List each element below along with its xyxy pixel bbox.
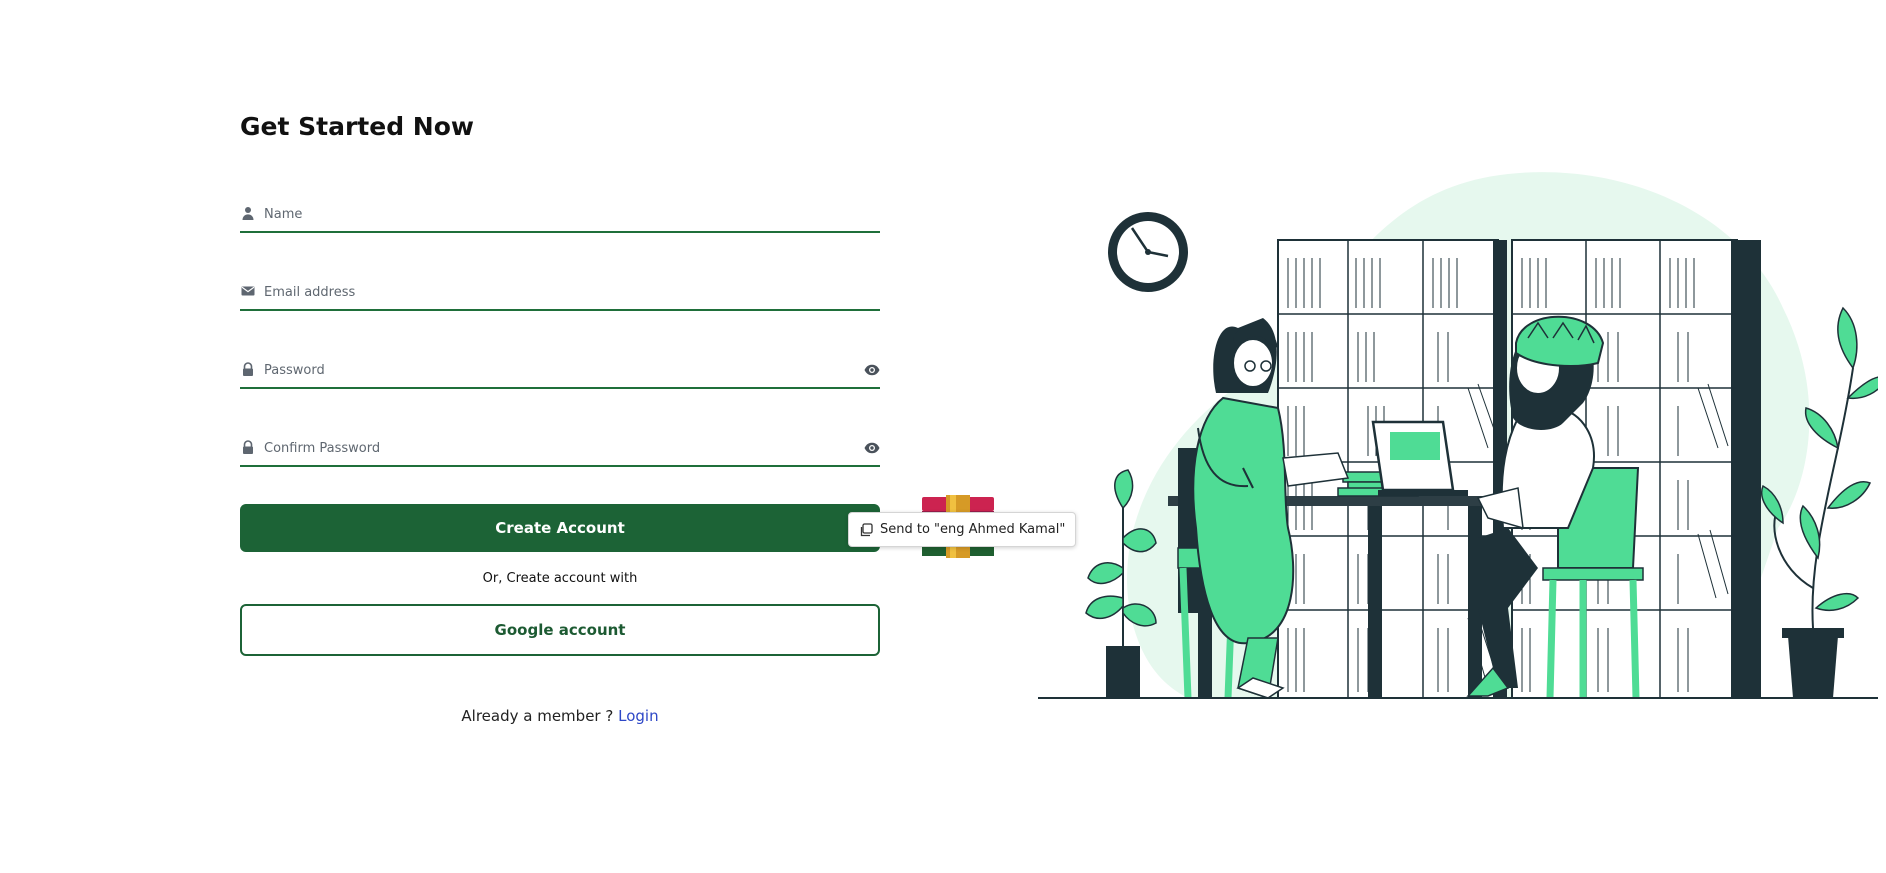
login-link[interactable]: Login bbox=[618, 707, 658, 725]
signup-page: Get Started Now Name Email address Creat… bbox=[0, 0, 1886, 873]
confirm-password-input[interactable] bbox=[264, 437, 834, 459]
wall-clock-icon bbox=[1108, 212, 1188, 292]
page-title: Get Started Now bbox=[240, 112, 474, 141]
email-field[interactable] bbox=[240, 271, 880, 311]
library-illustration bbox=[1038, 172, 1878, 699]
name-field[interactable] bbox=[240, 193, 880, 233]
password-field[interactable] bbox=[240, 349, 880, 389]
eye-icon[interactable] bbox=[864, 363, 880, 377]
lock-icon bbox=[241, 440, 255, 454]
lock-icon bbox=[241, 362, 255, 376]
name-input[interactable] bbox=[264, 203, 834, 225]
password-input[interactable] bbox=[264, 359, 834, 381]
confirm-password-field[interactable] bbox=[240, 427, 880, 467]
copy-icon bbox=[860, 522, 873, 536]
eye-icon[interactable] bbox=[864, 441, 880, 455]
or-separator-text: Or, Create account with bbox=[482, 571, 638, 586]
create-account-button[interactable]: Create Account bbox=[240, 504, 880, 552]
google-account-button[interactable]: Google account bbox=[240, 604, 880, 656]
email-input[interactable] bbox=[264, 281, 834, 303]
member-prompt: Already a member ? Login bbox=[240, 707, 880, 725]
member-text: Already a member ? bbox=[461, 707, 614, 725]
user-icon bbox=[241, 206, 255, 220]
envelope-icon bbox=[241, 284, 255, 298]
